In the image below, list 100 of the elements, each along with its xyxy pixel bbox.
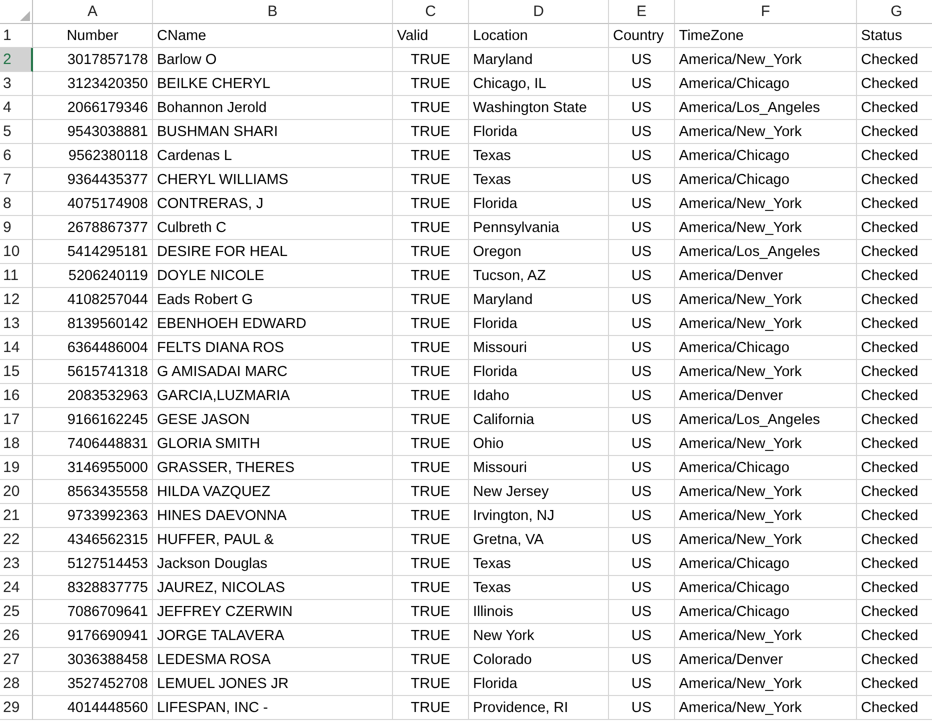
table-cell: Checked xyxy=(857,72,932,96)
row-header[interactable]: 9 xyxy=(0,216,33,240)
table-cell: Idaho xyxy=(469,384,609,408)
table-cell: Chicago, IL xyxy=(469,72,609,96)
column-header[interactable]: C xyxy=(393,0,469,24)
row-header[interactable]: 3 xyxy=(0,72,33,96)
row-header[interactable]: 13 xyxy=(0,312,33,336)
table-cell: Pennsylvania xyxy=(469,216,609,240)
table-cell: 5615741318 xyxy=(33,360,153,384)
table-cell: 5127514453 xyxy=(33,552,153,576)
table-cell: TRUE xyxy=(393,432,469,456)
table-cell: 7406448831 xyxy=(33,432,153,456)
row-header[interactable]: 18 xyxy=(0,432,33,456)
table-cell: LEDESMA ROSA xyxy=(153,648,393,672)
table-cell: JORGE TALAVERA xyxy=(153,624,393,648)
row-header[interactable]: 1 xyxy=(0,24,33,48)
table-cell: Checked xyxy=(857,408,932,432)
table-cell: America/New_York xyxy=(675,288,857,312)
table-cell: BEILKE CHERYL xyxy=(153,72,393,96)
table-cell: America/Chicago xyxy=(675,576,857,600)
row-header[interactable]: 6 xyxy=(0,144,33,168)
table-cell: Eads Robert G xyxy=(153,288,393,312)
row-header[interactable]: 5 xyxy=(0,120,33,144)
table-cell: JEFFREY CZERWIN xyxy=(153,600,393,624)
row-header[interactable]: 20 xyxy=(0,480,33,504)
table-cell: GARCIA,LUZMARIA xyxy=(153,384,393,408)
table-cell: 3527452708 xyxy=(33,672,153,696)
column-header[interactable]: A xyxy=(33,0,153,24)
row-header[interactable]: 21 xyxy=(0,504,33,528)
table-cell: America/New_York xyxy=(675,480,857,504)
table-cell: Texas xyxy=(469,168,609,192)
table-cell: DOYLE NICOLE xyxy=(153,264,393,288)
table-cell: US xyxy=(609,480,675,504)
table-cell: TRUE xyxy=(393,648,469,672)
table-cell: Valid xyxy=(393,24,469,48)
row-header[interactable]: 26 xyxy=(0,624,33,648)
table-cell: Bohannon Jerold xyxy=(153,96,393,120)
table-cell: US xyxy=(609,384,675,408)
table-cell: US xyxy=(609,168,675,192)
table-cell: JAUREZ, NICOLAS xyxy=(153,576,393,600)
table-cell: Location xyxy=(469,24,609,48)
table-cell: TRUE xyxy=(393,480,469,504)
row-header[interactable]: 16 xyxy=(0,384,33,408)
row-header[interactable]: 24 xyxy=(0,576,33,600)
table-cell: FELTS DIANA ROS xyxy=(153,336,393,360)
row-header[interactable]: 11 xyxy=(0,264,33,288)
table-cell: US xyxy=(609,96,675,120)
table-cell: Checked xyxy=(857,432,932,456)
row-header[interactable]: 14 xyxy=(0,336,33,360)
table-cell: US xyxy=(609,696,675,720)
table-cell: US xyxy=(609,432,675,456)
table-cell: TRUE xyxy=(393,360,469,384)
table-cell: America/Denver xyxy=(675,384,857,408)
row-header[interactable]: 28 xyxy=(0,672,33,696)
row-header[interactable]: 19 xyxy=(0,456,33,480)
table-cell: Checked xyxy=(857,672,932,696)
table-cell: CONTRERAS, J xyxy=(153,192,393,216)
column-header[interactable]: E xyxy=(609,0,675,24)
table-cell: US xyxy=(609,312,675,336)
row-header[interactable]: 22 xyxy=(0,528,33,552)
table-cell: Checked xyxy=(857,288,932,312)
table-cell: US xyxy=(609,648,675,672)
table-cell: G AMISADAI MARC xyxy=(153,360,393,384)
row-header[interactable]: 27 xyxy=(0,648,33,672)
table-cell: America/Chicago xyxy=(675,552,857,576)
table-cell: TRUE xyxy=(393,144,469,168)
column-header[interactable]: F xyxy=(675,0,857,24)
table-cell: US xyxy=(609,456,675,480)
column-header[interactable]: D xyxy=(469,0,609,24)
table-cell: Checked xyxy=(857,216,932,240)
table-cell: Checked xyxy=(857,696,932,720)
row-header[interactable]: 7 xyxy=(0,168,33,192)
row-header[interactable]: 15 xyxy=(0,360,33,384)
row-header[interactable]: 17 xyxy=(0,408,33,432)
row-header[interactable]: 2 xyxy=(0,48,33,72)
row-header[interactable]: 10 xyxy=(0,240,33,264)
table-cell: TRUE xyxy=(393,240,469,264)
table-cell: TimeZone xyxy=(675,24,857,48)
table-cell: America/Chicago xyxy=(675,456,857,480)
table-cell: Checked xyxy=(857,600,932,624)
table-cell: Texas xyxy=(469,144,609,168)
table-cell: Barlow O xyxy=(153,48,393,72)
table-cell: Ohio xyxy=(469,432,609,456)
row-header[interactable]: 12 xyxy=(0,288,33,312)
row-header[interactable]: 25 xyxy=(0,600,33,624)
table-cell: 8563435558 xyxy=(33,480,153,504)
row-header[interactable]: 29 xyxy=(0,696,33,720)
row-header[interactable]: 8 xyxy=(0,192,33,216)
row-header[interactable]: 4 xyxy=(0,96,33,120)
table-cell: TRUE xyxy=(393,72,469,96)
table-cell: Gretna, VA xyxy=(469,528,609,552)
table-cell: America/New_York xyxy=(675,672,857,696)
table-cell: TRUE xyxy=(393,168,469,192)
row-header[interactable]: 23 xyxy=(0,552,33,576)
table-cell: 3017857178 xyxy=(33,48,153,72)
select-all-corner[interactable] xyxy=(0,0,33,24)
table-cell: Maryland xyxy=(469,48,609,72)
table-cell: Oregon xyxy=(469,240,609,264)
column-header[interactable]: B xyxy=(153,0,393,24)
table-cell: America/Los_Angeles xyxy=(675,408,857,432)
